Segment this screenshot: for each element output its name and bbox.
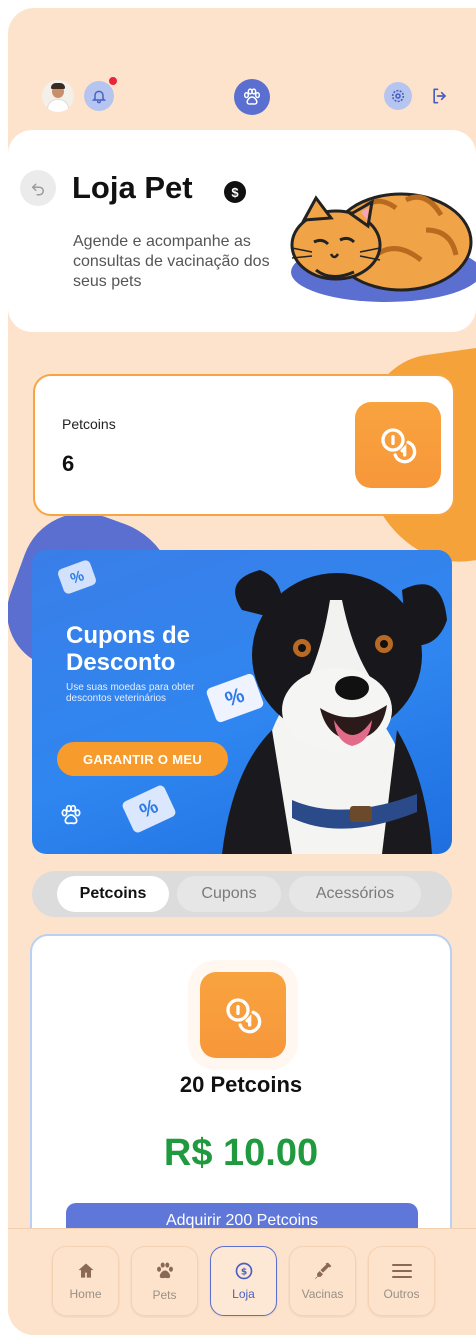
nav-item-outros[interactable]: Outros bbox=[368, 1246, 435, 1316]
dog-photo bbox=[222, 570, 447, 854]
coins-icon bbox=[226, 998, 262, 1034]
nav-item-pets[interactable]: Pets bbox=[131, 1246, 198, 1316]
nav-label: Loja bbox=[232, 1287, 255, 1301]
coin-icon: $ bbox=[224, 181, 246, 203]
logout-button[interactable] bbox=[426, 82, 454, 110]
settings-button[interactable] bbox=[384, 82, 412, 110]
paw-icon bbox=[243, 88, 261, 105]
home-icon bbox=[78, 1263, 93, 1278]
nav-label: Home bbox=[69, 1287, 102, 1301]
paw-icon bbox=[156, 1262, 173, 1279]
header-card: Loja Pet $ Agende e acompanhe as consult… bbox=[8, 130, 476, 332]
claim-coupon-button[interactable]: GARANTIR O MEU bbox=[57, 742, 228, 776]
notification-badge bbox=[108, 76, 118, 86]
app-screen: Loja Pet $ Agende e acompanhe as consult… bbox=[8, 8, 476, 1335]
nav-item-vacinas[interactable]: Vacinas bbox=[289, 1246, 356, 1316]
nav-item-home[interactable]: Home bbox=[52, 1246, 119, 1316]
paw-icon bbox=[61, 804, 81, 825]
store-tabs: Petcoins Cupons Acessórios bbox=[32, 871, 452, 917]
gear-icon bbox=[391, 89, 405, 103]
logout-icon bbox=[433, 88, 446, 104]
coins-icon bbox=[381, 428, 417, 464]
coins-icon-tile bbox=[200, 972, 286, 1058]
bell-icon bbox=[91, 90, 107, 104]
tab-cupons[interactable]: Cupons bbox=[177, 876, 281, 912]
coins-icon-tile bbox=[355, 402, 441, 488]
ticket-icon: % bbox=[120, 783, 178, 835]
coupon-promo-banner[interactable]: % % % Cupons de Desconto Use suas moedas… bbox=[32, 550, 452, 854]
product-price: R$ 10.00 bbox=[163, 1132, 319, 1174]
balance-value: 6 bbox=[62, 451, 75, 476]
page-subtitle: Agende e acompanhe as consultas de vacin… bbox=[73, 233, 270, 290]
avatar[interactable] bbox=[42, 80, 74, 112]
bottom-nav: Home Pets $ Loja Vacinas Outros bbox=[8, 1228, 476, 1335]
menu-icon bbox=[391, 1264, 412, 1278]
svg-text:$: $ bbox=[240, 1266, 246, 1277]
back-arrow-icon bbox=[31, 183, 44, 196]
tab-acessorios[interactable]: Acessórios bbox=[289, 876, 421, 912]
coin-icon: $ bbox=[235, 1262, 252, 1280]
tab-petcoins[interactable]: Petcoins bbox=[57, 876, 169, 912]
syringe-icon bbox=[314, 1262, 331, 1280]
nav-label: Vacinas bbox=[301, 1287, 344, 1301]
product-name: 20 Petcoins bbox=[179, 1072, 303, 1097]
top-bar bbox=[8, 68, 476, 128]
petcoins-balance-card: Petcoins 6 bbox=[33, 374, 455, 516]
banner-text: Use suas moedas para obter descontos vet… bbox=[66, 682, 195, 704]
balance-label: Petcoins bbox=[62, 416, 116, 432]
ticket-icon: % bbox=[56, 558, 98, 596]
page-title: Loja Pet bbox=[72, 170, 193, 205]
back-button[interactable] bbox=[20, 170, 56, 206]
sleeping-cat-illustration bbox=[290, 192, 476, 302]
nav-item-loja[interactable]: $ Loja bbox=[210, 1246, 277, 1316]
home-logo-button[interactable] bbox=[234, 79, 270, 115]
nav-label: Outros bbox=[383, 1287, 420, 1301]
notifications-button[interactable] bbox=[84, 81, 114, 111]
banner-title: Cupons de Desconto bbox=[66, 622, 190, 676]
nav-label: Pets bbox=[152, 1288, 177, 1302]
